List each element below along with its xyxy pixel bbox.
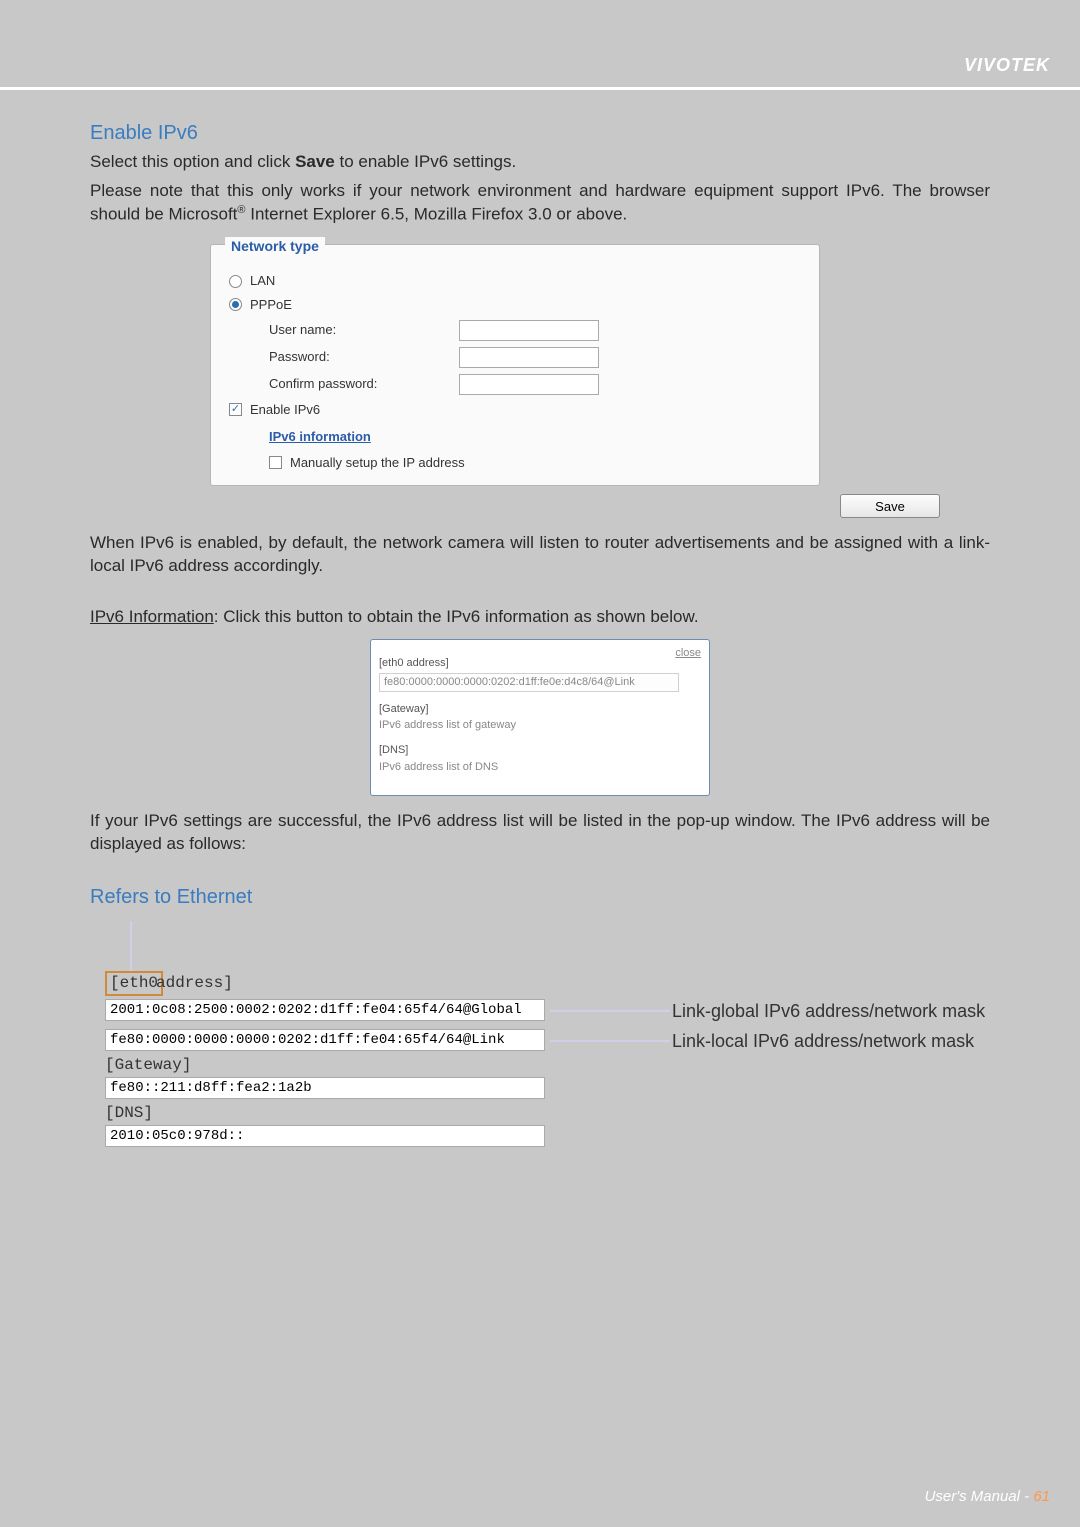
ipv6-info-popup: close [eth0 address] fe80:0000:0000:0000… bbox=[370, 639, 710, 796]
password-row: Password: bbox=[269, 347, 801, 368]
section-title: Enable IPv6 bbox=[90, 120, 990, 147]
popup-close-link[interactable]: close bbox=[675, 646, 701, 661]
page-number: 61 bbox=[1033, 1488, 1050, 1505]
checkbox-icon[interactable] bbox=[269, 456, 282, 469]
brand-label: VIVOTEK bbox=[964, 55, 1050, 76]
footer-text: User's Manual - bbox=[925, 1488, 1034, 1505]
global-address-field[interactable] bbox=[105, 999, 545, 1021]
gateway-label: [Gateway] bbox=[105, 1055, 191, 1077]
password-label: Password: bbox=[269, 348, 459, 366]
eth0-highlight-box: [eth0 bbox=[105, 971, 163, 997]
ipv6-info-rest: : Click this button to obtain the IPv6 i… bbox=[214, 607, 699, 626]
network-type-fieldset: Network type LAN PPPoE User name: bbox=[210, 244, 820, 486]
manual-ip-label: Manually setup the IP address bbox=[290, 454, 465, 472]
popup-dns-caption: IPv6 address list of DNS bbox=[379, 760, 701, 775]
username-input[interactable] bbox=[459, 320, 599, 341]
intro1-c: to enable IPv6 settings. bbox=[335, 152, 516, 171]
enable-ipv6-label: Enable IPv6 bbox=[250, 401, 320, 419]
eth0-address-tail: address] bbox=[156, 973, 233, 995]
after-panel-paragraph: When IPv6 is enabled, by default, the ne… bbox=[90, 532, 990, 578]
confirm-label: Confirm password: bbox=[269, 375, 459, 393]
ipv6-info-term: IPv6 Information bbox=[90, 607, 214, 626]
fieldset-legend: Network type bbox=[225, 237, 325, 256]
ipv6-info-paragraph: IPv6 Information: Click this button to o… bbox=[90, 606, 990, 629]
username-label: User name: bbox=[269, 321, 459, 339]
popup-dns-label: [DNS] bbox=[379, 743, 701, 758]
manual-ip-row[interactable]: Manually setup the IP address bbox=[269, 454, 801, 472]
confirm-row: Confirm password: bbox=[269, 374, 801, 395]
popup-gateway-label: [Gateway] bbox=[379, 702, 701, 717]
enable-ipv6-row[interactable]: Enable IPv6 bbox=[229, 401, 801, 419]
radio-icon[interactable] bbox=[229, 275, 242, 288]
intro2-sup: ® bbox=[237, 204, 245, 216]
popup-gateway-caption: IPv6 address list of gateway bbox=[379, 718, 701, 733]
after-popup-paragraph: If your IPv6 settings are successful, th… bbox=[90, 810, 990, 856]
pppoe-radio-row[interactable]: PPPoE bbox=[229, 296, 801, 314]
footer: User's Manual - 61 bbox=[925, 1488, 1050, 1505]
lan-label: LAN bbox=[250, 272, 275, 290]
intro-line-1: Select this option and click Save to ena… bbox=[90, 151, 990, 174]
link-address-note: Link-local IPv6 address/network mask bbox=[672, 1029, 974, 1053]
radio-icon[interactable] bbox=[229, 298, 242, 311]
connector-line-icon bbox=[550, 1040, 670, 1042]
popup-eth0-value: fe80:0000:0000:0000:0202:d1ff:fe0e:d4c8/… bbox=[379, 673, 679, 692]
link-address-field[interactable] bbox=[105, 1029, 545, 1051]
intro1-save: Save bbox=[295, 152, 335, 171]
checkbox-icon[interactable] bbox=[229, 403, 242, 416]
password-input[interactable] bbox=[459, 347, 599, 368]
save-button[interactable]: Save bbox=[840, 494, 940, 518]
dns-value-field[interactable] bbox=[105, 1125, 545, 1147]
connector-line-icon bbox=[130, 921, 132, 971]
lan-radio-row[interactable]: LAN bbox=[229, 272, 801, 290]
refers-title: Refers to Ethernet bbox=[90, 884, 990, 911]
popup-eth0-label: [eth0 address] bbox=[379, 656, 701, 671]
username-row: User name: bbox=[269, 320, 801, 341]
intro-line-2: Please note that this only works if your… bbox=[90, 180, 990, 227]
confirm-password-input[interactable] bbox=[459, 374, 599, 395]
connector-line-icon bbox=[550, 1010, 670, 1012]
header: VIVOTEK bbox=[0, 0, 1080, 90]
dns-label: [DNS] bbox=[105, 1103, 153, 1125]
gateway-value-field[interactable] bbox=[105, 1077, 545, 1099]
ipv6-information-link[interactable]: IPv6 information bbox=[269, 428, 371, 446]
eth0-text: eth0 bbox=[120, 974, 158, 992]
pppoe-label: PPPoE bbox=[250, 296, 292, 314]
ipv6-address-diagram: [eth0 address] Link-global IPv6 address/… bbox=[90, 921, 990, 1191]
intro1-a: Select this option and click bbox=[90, 152, 295, 171]
global-address-note: Link-global IPv6 address/network mask bbox=[672, 999, 985, 1023]
intro2-tail: Internet Explorer 6.5, Mozilla Firefox 3… bbox=[246, 205, 628, 224]
